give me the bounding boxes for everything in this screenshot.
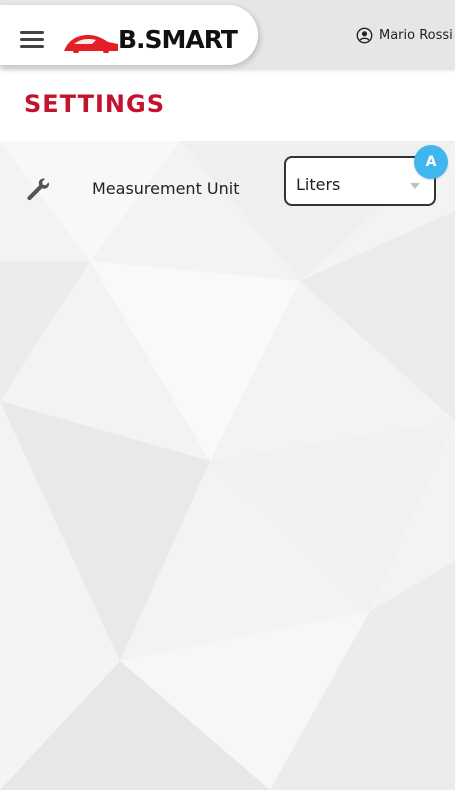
logo-text: B.SMART bbox=[118, 25, 238, 54]
brand-logo[interactable]: B.SMART bbox=[62, 25, 242, 55]
user-circle-icon bbox=[356, 27, 373, 43]
user-menu[interactable]: Mario Rossi bbox=[356, 26, 453, 44]
user-name: Mario Rossi bbox=[379, 27, 453, 43]
setting-label: Measurement Unit bbox=[92, 179, 240, 198]
title-bar: SETTINGS bbox=[0, 68, 455, 141]
status-badge: A bbox=[414, 145, 448, 179]
chevron-down-icon bbox=[410, 183, 420, 189]
page-title: SETTINGS bbox=[24, 90, 165, 118]
header-brand-panel: B.SMART bbox=[0, 5, 258, 65]
hamburger-menu-icon[interactable] bbox=[20, 31, 44, 49]
select-value: Liters bbox=[296, 175, 341, 194]
app-root: B.SMART Mario Rossi SETTINGS Measurement… bbox=[0, 0, 455, 790]
background-pattern bbox=[0, 141, 455, 790]
top-bar: B.SMART Mario Rossi bbox=[0, 0, 455, 68]
setting-row-measurement-unit: Measurement Unit Liters A bbox=[0, 141, 455, 221]
logo-car-icon bbox=[64, 35, 118, 53]
wrench-icon bbox=[27, 178, 49, 201]
settings-content: Measurement Unit Liters A bbox=[0, 141, 455, 790]
